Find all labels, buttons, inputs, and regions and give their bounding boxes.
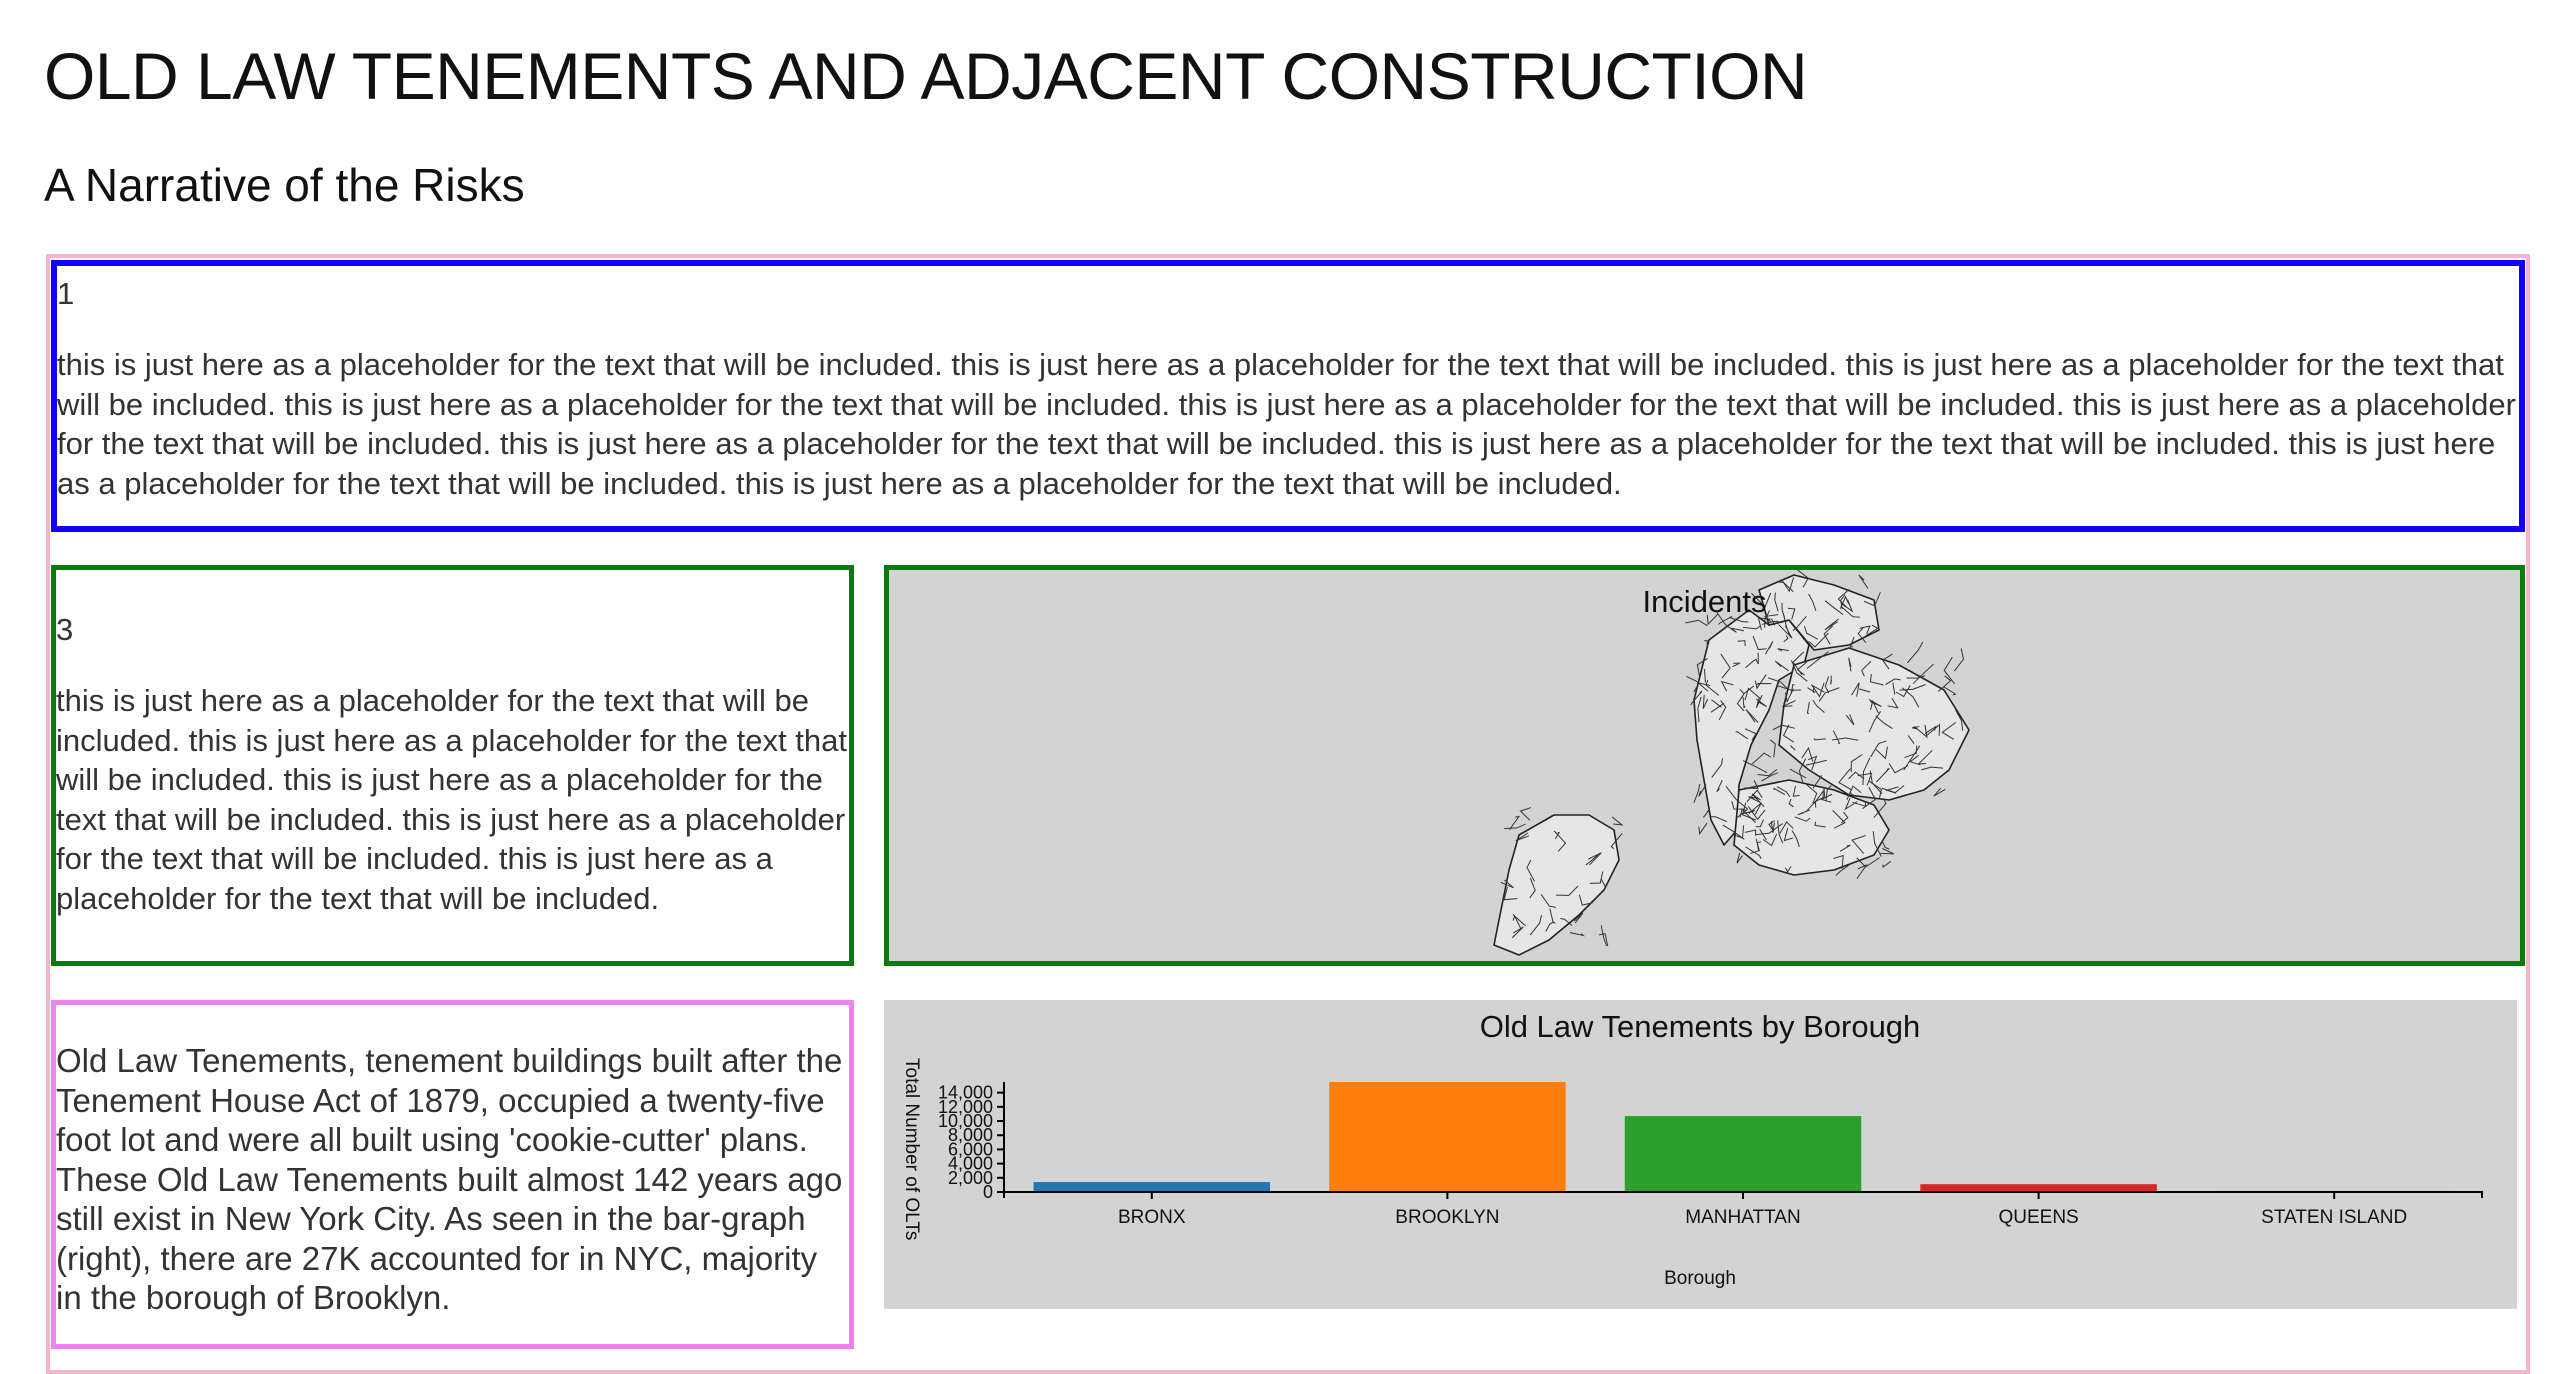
map-tract-boundary [1761, 772, 1779, 782]
map-tract-boundary [1770, 739, 1776, 758]
map-tract-boundary [1519, 807, 1532, 821]
olt-description-text: Old Law Tenements, tenement buildings bu… [56, 1042, 843, 1316]
map-tract-boundary [1882, 861, 1892, 868]
text-panel-3: 3 this is just here as a placeholder for… [51, 565, 854, 966]
map-tract-boundary [1736, 852, 1743, 864]
page-subtitle: A Narrative of the Risks [44, 159, 525, 211]
x-tick-label: BROOKLYN [1395, 1207, 1499, 1228]
olt-bar-chart[interactable]: Old Law Tenements by Borough Total Numbe… [884, 1000, 2517, 1309]
panel-number: 3 [56, 612, 74, 647]
map-tract-boundary [1757, 769, 1778, 777]
x-tick-label: STATEN ISLAND [2261, 1207, 2407, 1228]
map-tract-boundary [1752, 752, 1771, 765]
x-tick-label: BRONX [1118, 1207, 1186, 1228]
bar-queens[interactable] [1920, 1184, 2157, 1192]
text-panel-1: 1 this is just here as a placeholder for… [51, 260, 2525, 532]
y-tick-label: 14,000 [938, 1083, 993, 1103]
bar-brooklyn[interactable] [1329, 1082, 1566, 1192]
map-title: Incidents [1642, 584, 1767, 619]
chart-x-axis-label: Borough [1664, 1268, 1736, 1289]
map-tract-boundary [1933, 787, 1946, 797]
incidents-map-panel[interactable]: Incidents [884, 565, 2525, 966]
map-tract-boundary [1789, 768, 1807, 779]
panel-text: this is just here as a placeholder for t… [57, 347, 2516, 501]
olt-description-panel: Old Law Tenements, tenement buildings bu… [51, 1000, 854, 1349]
map-tract-boundary [1693, 783, 1701, 803]
map-tract-boundary [1504, 823, 1526, 829]
chart-title: Old Law Tenements by Borough [1480, 1009, 1921, 1044]
map-tract-boundary [1880, 847, 1895, 855]
panel-text: this is just here as a placeholder for t… [56, 683, 847, 916]
map-tract-boundary [1702, 809, 1710, 818]
map-tract-boundary [1569, 932, 1586, 937]
map-tract-boundary [1906, 641, 1924, 664]
map-tract-boundary [1830, 675, 1832, 685]
page-title: OLD LAW TENEMENTS AND ADJACENT CONSTRUCT… [44, 39, 1808, 113]
map-tract-boundary [1881, 840, 1890, 850]
map-tract-boundary [1856, 863, 1868, 880]
bar-bronx[interactable] [1033, 1182, 1271, 1192]
chart-y-axis-label: Total Number of OLTs [901, 1058, 922, 1240]
nyc-map[interactable] [889, 570, 2520, 961]
map-tract-boundary [1698, 822, 1708, 836]
map-tract-boundary [1953, 648, 1964, 672]
x-tick-label: QUEENS [1998, 1207, 2078, 1228]
map-tract-boundary [1704, 639, 1709, 648]
map-tract-boundary [1611, 816, 1624, 826]
map-tract-boundary [1685, 619, 1708, 627]
bar-chart-svg[interactable]: Old Law Tenements by Borough Total Numbe… [884, 1000, 2517, 1309]
map-tract-boundary [1742, 760, 1768, 774]
panel-number: 1 [57, 276, 75, 311]
x-tick-label: MANHATTAN [1685, 1207, 1800, 1228]
map-region-queens [1778, 647, 1970, 801]
bar-manhattan[interactable] [1624, 1116, 1862, 1192]
